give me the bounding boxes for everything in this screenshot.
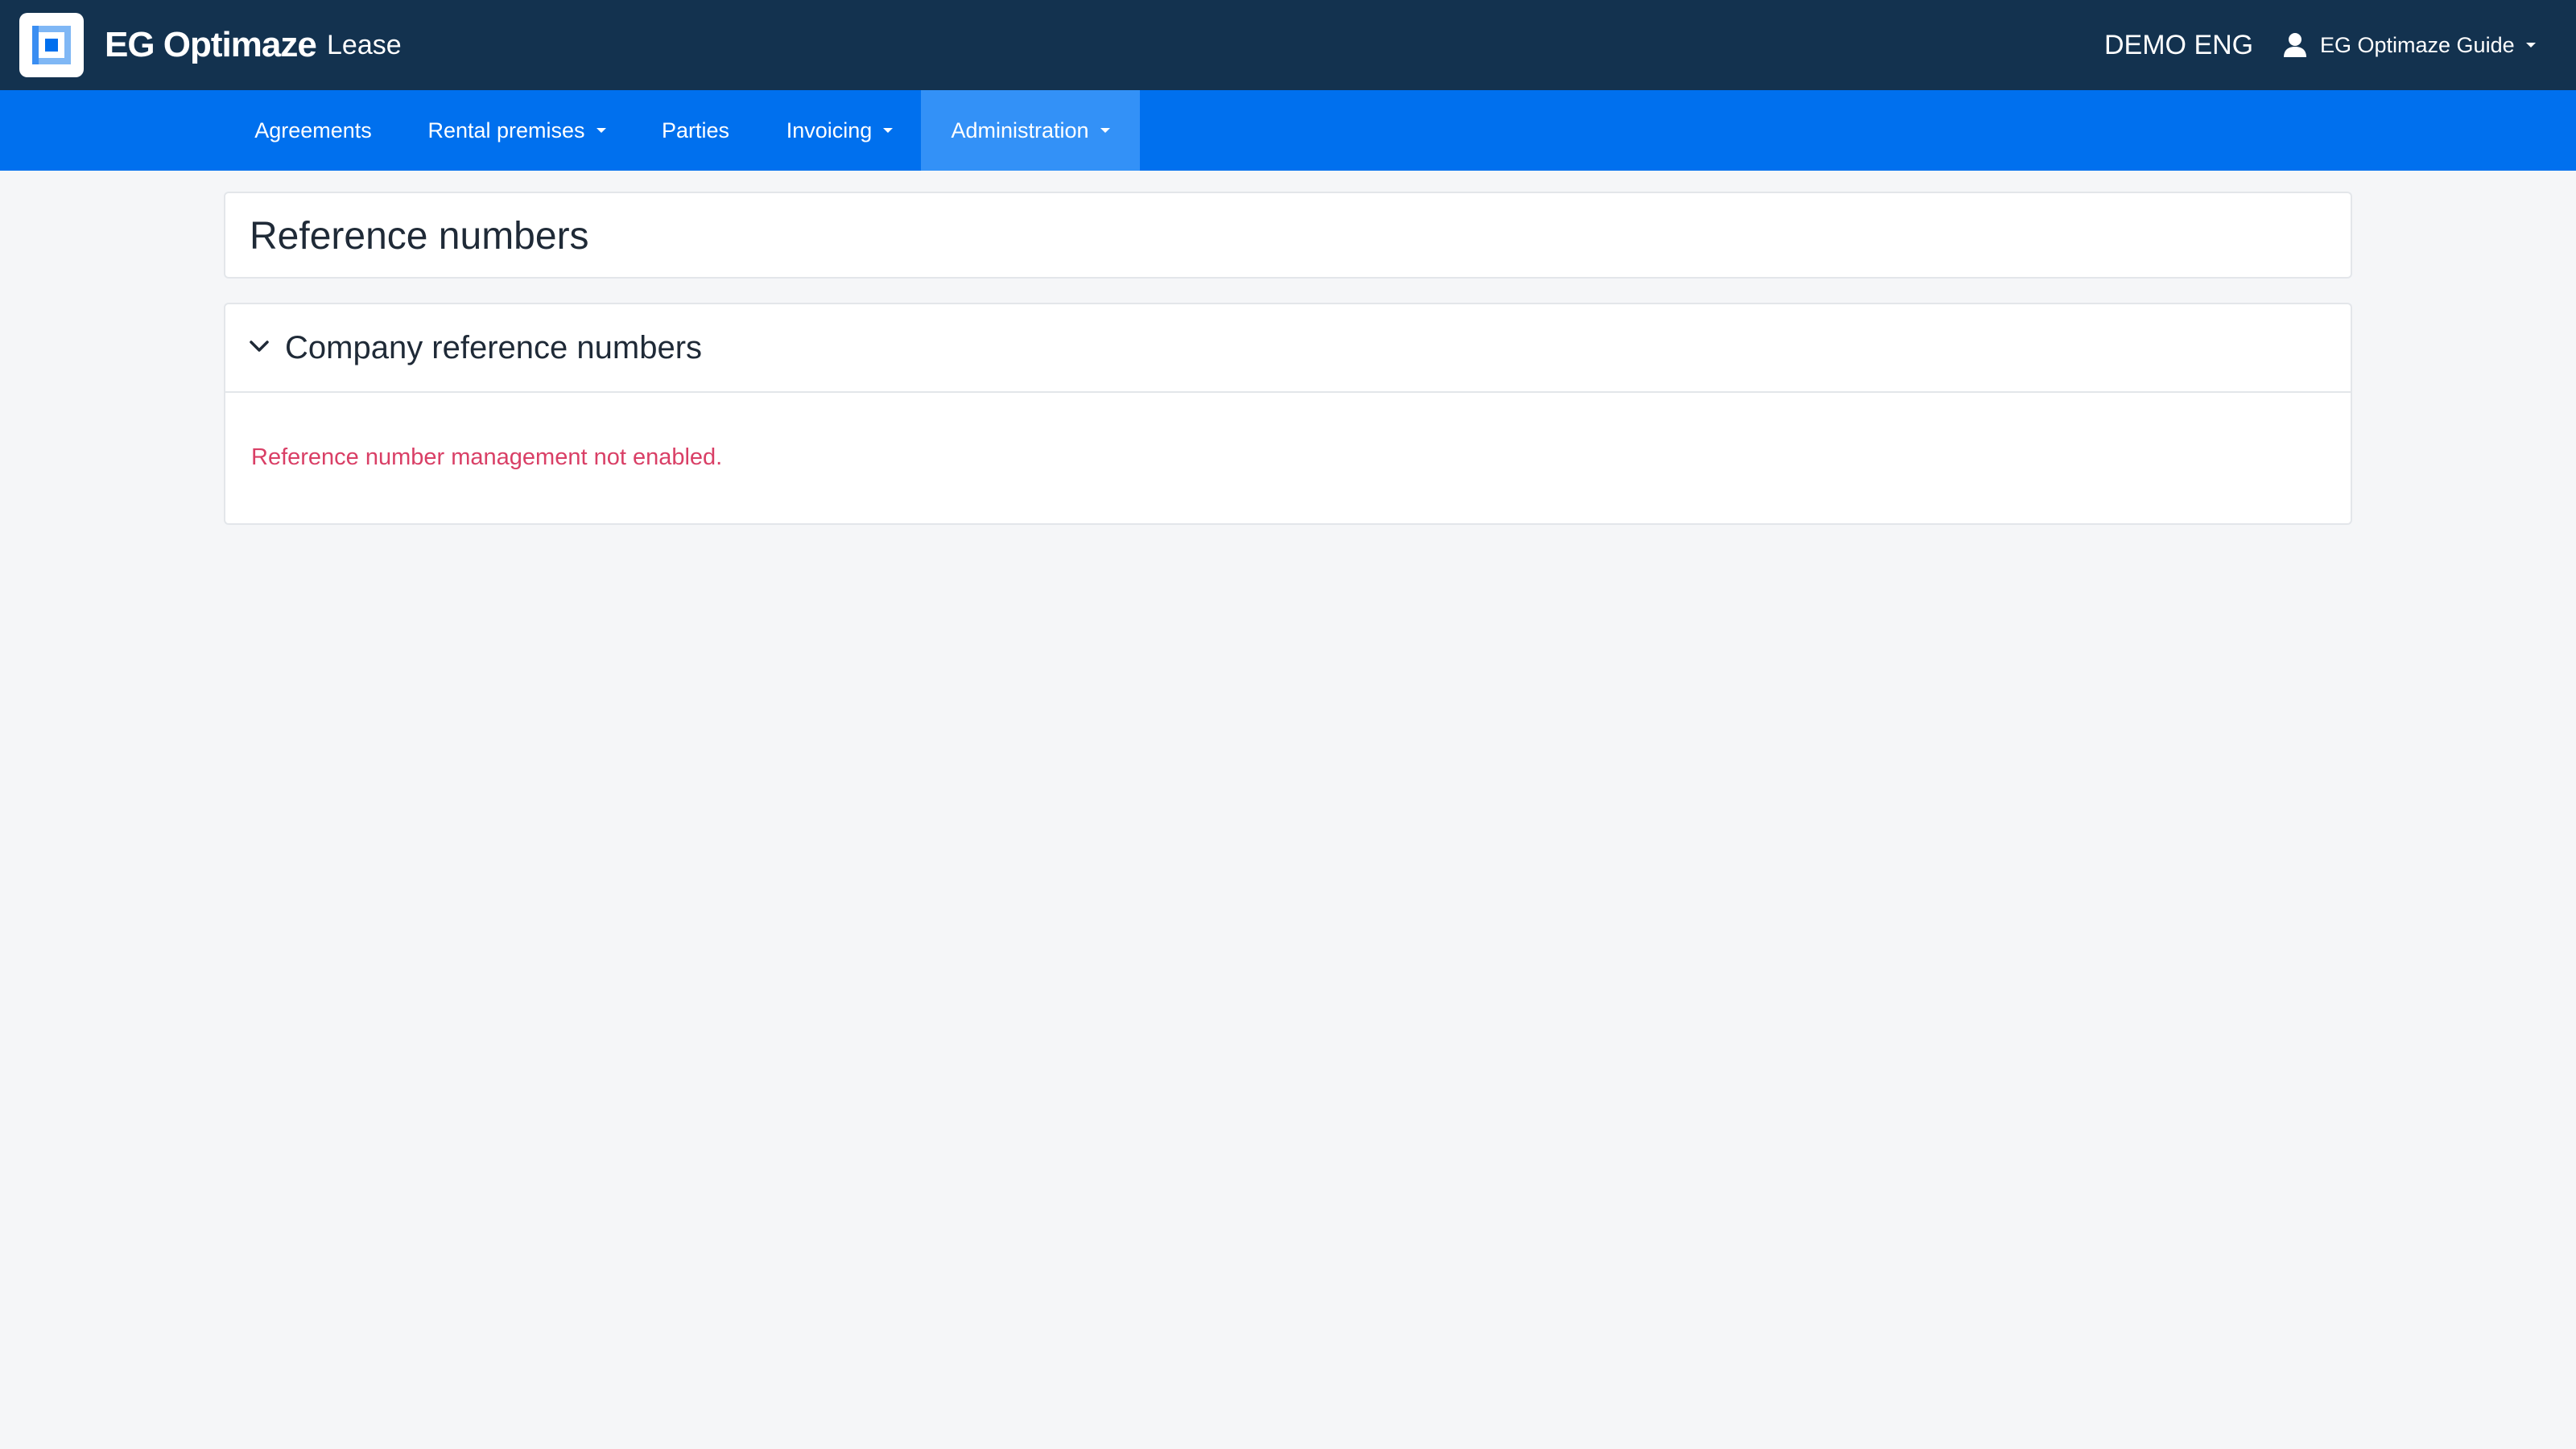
nav-parties-label: Parties <box>661 118 730 142</box>
brand-name: EG Optimaze <box>105 25 317 64</box>
user-name: EG Optimaze Guide <box>2320 32 2515 57</box>
app-logo[interactable] <box>19 13 84 77</box>
nav-parties[interactable]: Parties <box>633 90 758 171</box>
chevron-down-icon <box>2525 43 2536 47</box>
module-name: Lease <box>327 30 402 60</box>
nav-rental-premises-label: Rental premises <box>427 118 585 142</box>
nav-administration-label: Administration <box>951 118 1089 142</box>
nav-invoicing-label: Invoicing <box>786 118 873 142</box>
user-menu[interactable]: EG Optimaze Guide <box>2283 24 2536 66</box>
chevron-down-icon <box>1100 128 1110 133</box>
section-toggle[interactable]: Company reference numbers <box>225 304 2351 393</box>
nav-agreements-label: Agreements <box>254 118 372 142</box>
nav-agreements[interactable]: Agreements <box>225 90 401 171</box>
section-title: Company reference numbers <box>285 330 703 365</box>
company-reference-section: Company reference numbers Reference numb… <box>224 303 2352 525</box>
chevron-down-icon <box>596 128 606 133</box>
tenant-name: DEMO ENG <box>2104 30 2254 60</box>
main-nav: Agreements Rental premises Parties Invoi… <box>0 90 2576 171</box>
nav-administration[interactable]: Administration <box>921 90 1140 171</box>
error-message: Reference number management not enabled. <box>251 444 723 470</box>
logo-icon <box>32 26 71 64</box>
page-title: Reference numbers <box>250 215 589 258</box>
nav-invoicing[interactable]: Invoicing <box>758 90 921 171</box>
nav-rental-premises[interactable]: Rental premises <box>401 90 633 171</box>
chevron-down-icon <box>883 128 894 133</box>
user-icon <box>2284 33 2306 57</box>
top-header: EG Optimaze Lease DEMO ENG EG Optimaze G… <box>0 0 2576 90</box>
page-title-card: Reference numbers <box>224 192 2352 279</box>
chevron-down-icon <box>250 341 269 352</box>
